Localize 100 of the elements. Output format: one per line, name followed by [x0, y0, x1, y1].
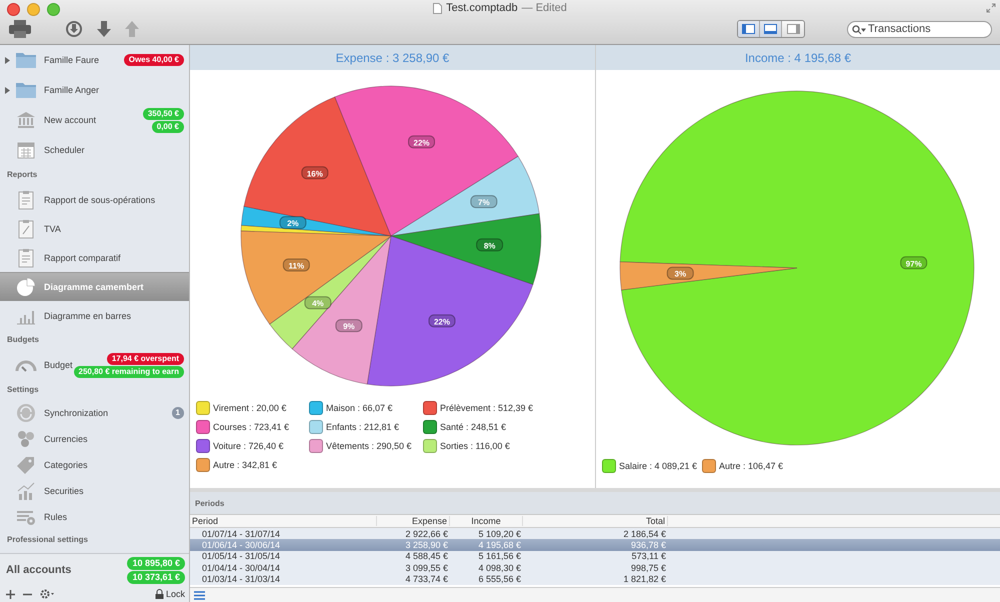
window-title: Test.comptadb — [446, 2, 518, 14]
sidebar-item[interactable]: New account 350,50 € 0,00 € — [0, 105, 189, 135]
sidebar-item[interactable]: Synchronization 1 — [0, 400, 189, 426]
percent-label: 8% — [476, 238, 504, 252]
legend-label: Salaire : 4 089,21 € — [619, 461, 698, 471]
table-cell-text: 4 733,74 € — [404, 574, 449, 584]
all-accounts-label[interactable]: All accounts — [6, 564, 72, 576]
amount-badge: 10 373,61 € — [127, 570, 185, 584]
percent-label: 11% — [282, 258, 310, 272]
sidebar-item[interactable]: Budget 17,94 € overspent 250,80 € remaining to earn — [0, 350, 189, 380]
data-label: 22% — [434, 317, 450, 326]
view-toggle-button[interactable] — [738, 21, 760, 37]
calendar-icon — [15, 140, 37, 160]
percent-label: 9% — [335, 319, 362, 332]
section-header: Settings — [6, 384, 40, 396]
disclosure-triangle-icon[interactable] — [4, 56, 11, 64]
print-icon[interactable] — [9, 20, 31, 38]
section-header: Budgets — [6, 334, 40, 346]
percent-label: 4% — [304, 296, 332, 310]
data-label: 3% — [674, 270, 686, 279]
search-field[interactable]: Transactions — [847, 20, 992, 38]
folder-icon — [15, 80, 37, 100]
tag-icon — [15, 455, 37, 475]
table-cell-text: 936,78 € — [630, 540, 667, 550]
sidebar-item[interactable]: Securities — [0, 478, 189, 504]
percent-label: 22% — [408, 135, 436, 148]
table-cell-text: 01/06/14 - 30/06/14 — [201, 540, 282, 550]
zoom-button[interactable] — [47, 3, 60, 16]
amount-badge: 250,80 € remaining to earn — [74, 366, 184, 378]
disclosure-triangle-icon[interactable] — [4, 86, 11, 94]
pane-title: Income : 4 195,68 € — [744, 50, 852, 64]
view-toggle-button[interactable] — [760, 21, 782, 37]
amount-badge: 350,50 € — [142, 108, 184, 120]
table-cell-text: 01/07/14 - 31/07/14 — [201, 528, 282, 539]
settings-icon[interactable] — [40, 589, 54, 599]
add-icon[interactable] — [6, 590, 15, 598]
column-header[interactable]: Period — [190, 516, 377, 526]
sidebar-item[interactable]: Rapport comparatif — [0, 243, 189, 272]
amount-badge: 1 — [172, 407, 184, 419]
sidebar-item[interactable]: Rapport de sous-opérations — [0, 185, 189, 214]
legend-label: Vêtements : 290,50 € — [326, 441, 412, 451]
sidebar-item[interactable]: Currencies — [0, 426, 189, 452]
section-header: Professional settings — [6, 534, 89, 546]
data-label: 4% — [312, 299, 324, 308]
data-label: 2% — [287, 219, 299, 228]
column-header[interactable]: Total — [523, 516, 668, 526]
table-cell-text: 6 555,56 € — [477, 574, 522, 584]
sync-icon — [15, 403, 37, 423]
pane-title: Expense : 3 258,90 € — [336, 50, 450, 64]
sidebar-item[interactable]: Diagramme en barres — [0, 301, 189, 330]
fullscreen-icon[interactable] — [986, 3, 996, 13]
table-cell-text: 01/03/14 - 31/03/14 — [201, 574, 282, 584]
table-row[interactable]: 01/05/14 - 31/05/14 4 588,45 € 5 161,56 € 573,11 € — [190, 550, 1000, 562]
data-label: 22% — [414, 138, 430, 148]
percent-label: 7% — [470, 195, 498, 208]
column-header[interactable]: Expense — [377, 516, 450, 526]
table-row[interactable]: 01/04/14 - 30/04/14 3 099,55 € 4 098,30 € 998,75 € — [190, 562, 1000, 574]
legend-label: Autre : 106,47 € — [719, 461, 784, 471]
pie-chart-icon — [15, 277, 37, 297]
table-cell-text: 3 099,55 € — [404, 562, 449, 573]
download-icon[interactable] — [65, 20, 83, 38]
sidebar-item[interactable]: TVA — [0, 214, 189, 243]
sidebar-item[interactable]: Famille Faure Owes 40,00 € — [0, 45, 189, 75]
sidebar-item[interactable]: Categories — [0, 452, 189, 478]
data-label: 7% — [478, 198, 490, 208]
table-cell-text: 2 922,66 € — [404, 528, 449, 539]
legend-label: Autre : 342,81 € — [213, 460, 278, 470]
table-cell-text: 01/05/14 - 31/05/14 — [201, 551, 282, 562]
table-cell-text: 1 821,82 € — [622, 574, 667, 584]
data-label: 16% — [306, 169, 323, 178]
table-cell-text: 573,11 € — [630, 551, 667, 562]
legend-label: Virement : 20,00 € — [213, 403, 286, 413]
section-header: Reports — [6, 169, 38, 181]
amount-badge: 17,94 € overspent — [106, 352, 184, 364]
amount-badge: 10 895,80 € — [127, 556, 185, 570]
list-icon[interactable] — [194, 590, 205, 600]
table-row[interactable]: 01/03/14 - 31/03/14 4 733,74 € 6 555,56 € 1 821,82 € — [190, 574, 1000, 585]
sidebar-item[interactable]: Scheduler — [0, 135, 189, 165]
line-chart-icon — [15, 481, 37, 501]
table-cell-text: 998,75 € — [630, 562, 667, 573]
coins-icon — [15, 429, 37, 449]
search-icon[interactable] — [852, 24, 866, 34]
percent-label: 2% — [279, 216, 306, 230]
legend-label: Prélèvement : 512,39 € — [440, 403, 534, 413]
sidebar-item[interactable]: Rules — [0, 504, 189, 530]
table-cell-text: 2 186,54 € — [622, 528, 667, 539]
table-cell-text: 01/04/14 - 30/04/14 — [201, 562, 282, 573]
arrow-down-icon[interactable] — [97, 21, 111, 37]
table-cell-text: 4 195,68 € — [477, 540, 522, 550]
table-cell-text: 4 588,45 € — [404, 551, 449, 562]
document-icon — [433, 2, 442, 14]
close-button[interactable] — [7, 3, 20, 16]
data-label: 11% — [288, 262, 304, 271]
percent-label: 97% — [900, 256, 928, 270]
lock-button[interactable]: Lock — [154, 589, 185, 599]
column-header[interactable]: Income — [450, 516, 523, 526]
table-row[interactable]: 01/07/14 - 31/07/14 2 922,66 € 5 109,20 € 2 186,54 € — [190, 528, 1000, 540]
amount-badge: 0,00 € — [152, 120, 184, 132]
sidebar-item[interactable]: Famille Anger — [0, 75, 189, 105]
legend-label: Maison : 66,07 € — [326, 403, 393, 413]
